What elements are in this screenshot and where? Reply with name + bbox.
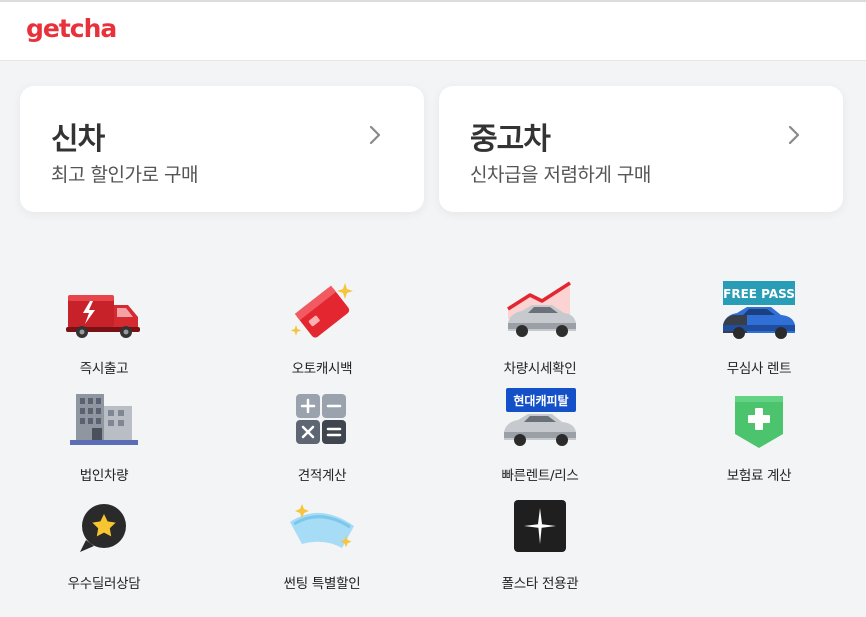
office-building-icon [64, 386, 144, 448]
calculator-icon [282, 386, 362, 448]
service-label: 오토캐시백 [291, 361, 353, 377]
hyundai-capital-car-icon: 현대캐피탈 [500, 386, 580, 448]
service-label: 견적계산 [297, 468, 347, 484]
service-corporate-car[interactable]: 법인차량 [24, 382, 184, 484]
card-title: 중고차 [470, 122, 551, 157]
star-chat-icon [64, 494, 144, 556]
free-pass-car-icon: FREE PASS [719, 279, 799, 341]
service-label: 보험료 계산 [726, 468, 792, 484]
service-label: 즉시출고 [79, 361, 129, 377]
service-tinting-discount[interactable]: 썬팅 특별할인 [242, 490, 402, 592]
service-grid: 즉시출고 오토캐시백 차량시세확인 FREE PASS 무심사 렌트 법인차량 … [0, 270, 866, 610]
service-label: 빠른렌트/리스 [501, 468, 579, 484]
service-label: 우수딜러상담 [67, 576, 141, 592]
service-polestar[interactable]: 폴스타 전용관 [460, 490, 620, 592]
service-instant-delivery[interactable]: 즉시출고 [24, 275, 184, 377]
free-pass-badge: FREE PASS [723, 287, 795, 301]
car-price-chart-icon [500, 279, 580, 341]
polestar-icon [500, 494, 580, 556]
card-subtitle: 신차급을 저렴하게 구매 [470, 164, 651, 186]
chevron-right-icon [369, 125, 381, 145]
service-quick-rent-lease[interactable]: 현대캐피탈 빠른렌트/리스 [460, 382, 620, 484]
insurance-shield-icon [719, 386, 799, 448]
red-truck-icon [64, 279, 144, 341]
card-title: 신차 [51, 122, 105, 157]
service-label: 썬팅 특별할인 [283, 576, 361, 592]
new-car-card[interactable]: 신차 최고 할인가로 구매 [20, 86, 424, 212]
card-subtitle: 최고 할인가로 구매 [51, 164, 198, 186]
window-tint-icon [282, 494, 362, 556]
service-label: 무심사 렌트 [726, 361, 792, 377]
service-label: 법인차량 [79, 468, 129, 484]
service-label: 폴스타 전용관 [501, 576, 579, 592]
service-auto-cashback[interactable]: 오토캐시백 [242, 275, 402, 377]
used-car-card[interactable]: 중고차 신차급을 저렴하게 구매 [439, 86, 843, 212]
service-price-check[interactable]: 차량시세확인 [460, 275, 620, 377]
hyundai-capital-badge: 현대캐피탈 [513, 393, 568, 408]
service-dealer-consultation[interactable]: 우수딜러상담 [24, 490, 184, 592]
service-quote-calculator[interactable]: 견적계산 [242, 382, 402, 484]
chevron-right-icon [788, 125, 800, 145]
service-insurance-calculator[interactable]: 보험료 계산 [679, 382, 839, 484]
red-card-sparkle-icon [282, 279, 362, 341]
logo[interactable]: getcha [26, 14, 117, 43]
header: getcha [0, 2, 866, 61]
service-label: 차량시세확인 [503, 361, 577, 377]
service-free-pass-rent[interactable]: FREE PASS 무심사 렌트 [679, 275, 839, 377]
